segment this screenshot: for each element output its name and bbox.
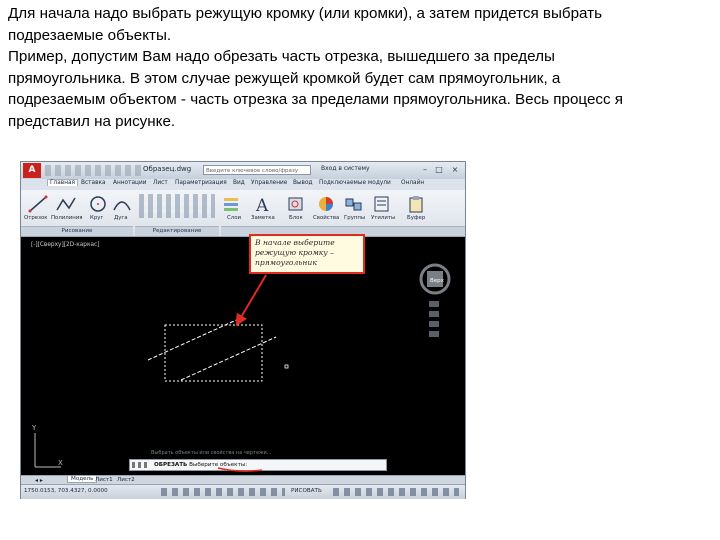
tab-model[interactable]: Модель: [67, 476, 98, 483]
command-prompt: Выберите объекты:: [189, 462, 248, 468]
drawing: Y X Верх: [31, 263, 451, 468]
status-mode[interactable]: РИСОВАТЬ: [291, 488, 322, 494]
layers-icon[interactable]: [221, 194, 243, 214]
tab-view[interactable]: Вид: [233, 180, 245, 186]
tab-insert[interactable]: Вставка: [81, 180, 106, 186]
search-input[interactable]: Введите ключевое слово/фразу: [203, 165, 311, 175]
clipboard-icon[interactable]: [405, 194, 427, 214]
cursor-pickbox: [284, 364, 289, 369]
command-line-icons[interactable]: [132, 462, 150, 468]
panel-draw[interactable]: Рисование: [21, 226, 133, 236]
arc-label: Дуга: [114, 215, 128, 221]
tab-parametric[interactable]: Параметризация: [175, 180, 227, 186]
signin-link[interactable]: Вход в систему: [321, 165, 370, 172]
tab-output[interactable]: Вывод: [293, 180, 313, 186]
minimize-button[interactable]: –: [419, 164, 431, 175]
tab-annotate[interactable]: Аннотации: [113, 180, 147, 186]
para2-line1: Пример, допустим Вам надо обрезать часть…: [8, 48, 555, 65]
svg-text:A: A: [255, 196, 269, 214]
layers-label: Слои: [227, 215, 242, 221]
polyline-label: Полилиния: [51, 215, 83, 221]
quick-access-toolbar[interactable]: [45, 165, 141, 176]
block-icon[interactable]: [285, 194, 307, 214]
groups-label: Группы: [344, 215, 366, 221]
navigation-bar[interactable]: [429, 301, 439, 337]
para2-line4: представил на рисунке.: [8, 112, 176, 130]
properties-label: Свойства: [313, 215, 340, 221]
utilities-label: Утилиты: [371, 215, 396, 221]
drafting-toggles[interactable]: [161, 488, 285, 496]
tab-online[interactable]: Онлайн: [401, 180, 424, 186]
svg-text:X: X: [58, 459, 63, 467]
text-label: Заметка: [251, 215, 275, 221]
callout-line3: прямоугольник: [255, 258, 317, 267]
tab-layout2[interactable]: Лист2: [117, 477, 135, 483]
callout-note: В начале выберите режущую кромку – прямо…: [249, 234, 365, 274]
text-icon[interactable]: A: [251, 194, 273, 214]
tab-layout1[interactable]: Лист1: [95, 477, 113, 483]
ribbon: Отрезок Полилиния Круг Дуга Слои A Замет…: [21, 190, 465, 237]
panel-draw-label: Рисование: [61, 228, 93, 234]
para2-line2: прямоугольника. В этом случае режущей кр…: [8, 69, 561, 87]
para2-line3: подрезаемым объектом - часть отрезка за …: [8, 91, 624, 108]
groups-icon[interactable]: [343, 194, 365, 214]
app-logo[interactable]: A: [23, 163, 41, 178]
line-segment-upper[interactable]: [147, 316, 244, 361]
block-label: Блок: [289, 215, 303, 221]
drawing-canvas[interactable]: [-][Сверху][2D-каркас] Y X Верх Выбрать …: [21, 237, 465, 475]
viewcube[interactable]: Верх: [419, 263, 451, 295]
coordinates-readout: 1750.0153, 703.4327, 0.0000: [24, 488, 108, 494]
modify-tools[interactable]: [139, 194, 215, 218]
tab-manage[interactable]: Управление: [251, 180, 287, 186]
panel-modify[interactable]: Редактирование: [135, 226, 219, 236]
tab-scroll-arrows[interactable]: ◂ ▸: [35, 477, 43, 484]
command-history: Выбрать объекты или свойства на чертежи.…: [151, 450, 272, 456]
tab-layout[interactable]: Лист: [153, 180, 168, 186]
para1-line1: Для начала надо выбрать режущую кромку (…: [8, 5, 603, 22]
tab-home[interactable]: Главная: [47, 179, 79, 186]
tab-plugins[interactable]: Подключаемые модули: [319, 180, 391, 186]
clipboard-label: Буфер: [407, 215, 426, 221]
svg-text:Y: Y: [31, 424, 37, 432]
window-title: Образец.dwg: [143, 165, 192, 173]
command-name: ОБРЕЗАТЬ: [154, 462, 188, 468]
viewcube-label: Верх: [430, 278, 445, 284]
circle-icon[interactable]: [87, 194, 109, 214]
properties-icon[interactable]: [315, 194, 337, 214]
cutting-rectangle[interactable]: [164, 324, 263, 382]
callout-line1: В начале выберите: [255, 238, 335, 247]
ucs-icon: Y X: [31, 424, 63, 468]
para1-line2: подрезаемые объекты.: [8, 26, 172, 44]
callout-line2: режущую кромку –: [255, 248, 334, 257]
status-tray-icons[interactable]: [333, 488, 459, 496]
instruction-text: Для начала надо выбрать режущую кромку (…: [8, 3, 708, 132]
close-button[interactable]: ×: [449, 164, 461, 175]
line-icon[interactable]: [27, 194, 49, 214]
status-bar: 1750.0153, 703.4327, 0.0000 РИСОВАТЬ: [21, 484, 465, 499]
command-line[interactable]: ОБРЕЗАТЬ Выберите объекты:: [129, 459, 387, 471]
circle-label: Круг: [90, 215, 104, 221]
title-bar: A Образец.dwg Введите ключевое слово/фра…: [21, 162, 465, 180]
arc-icon[interactable]: [111, 194, 133, 214]
panel-modify-label: Редактирование: [152, 228, 202, 234]
autocad-screenshot: A Образец.dwg Введите ключевое слово/фра…: [20, 161, 466, 499]
line-label: Отрезок: [24, 215, 48, 221]
utilities-icon[interactable]: [371, 194, 393, 214]
maximize-button[interactable]: □: [433, 164, 445, 175]
polyline-icon[interactable]: [55, 194, 77, 214]
